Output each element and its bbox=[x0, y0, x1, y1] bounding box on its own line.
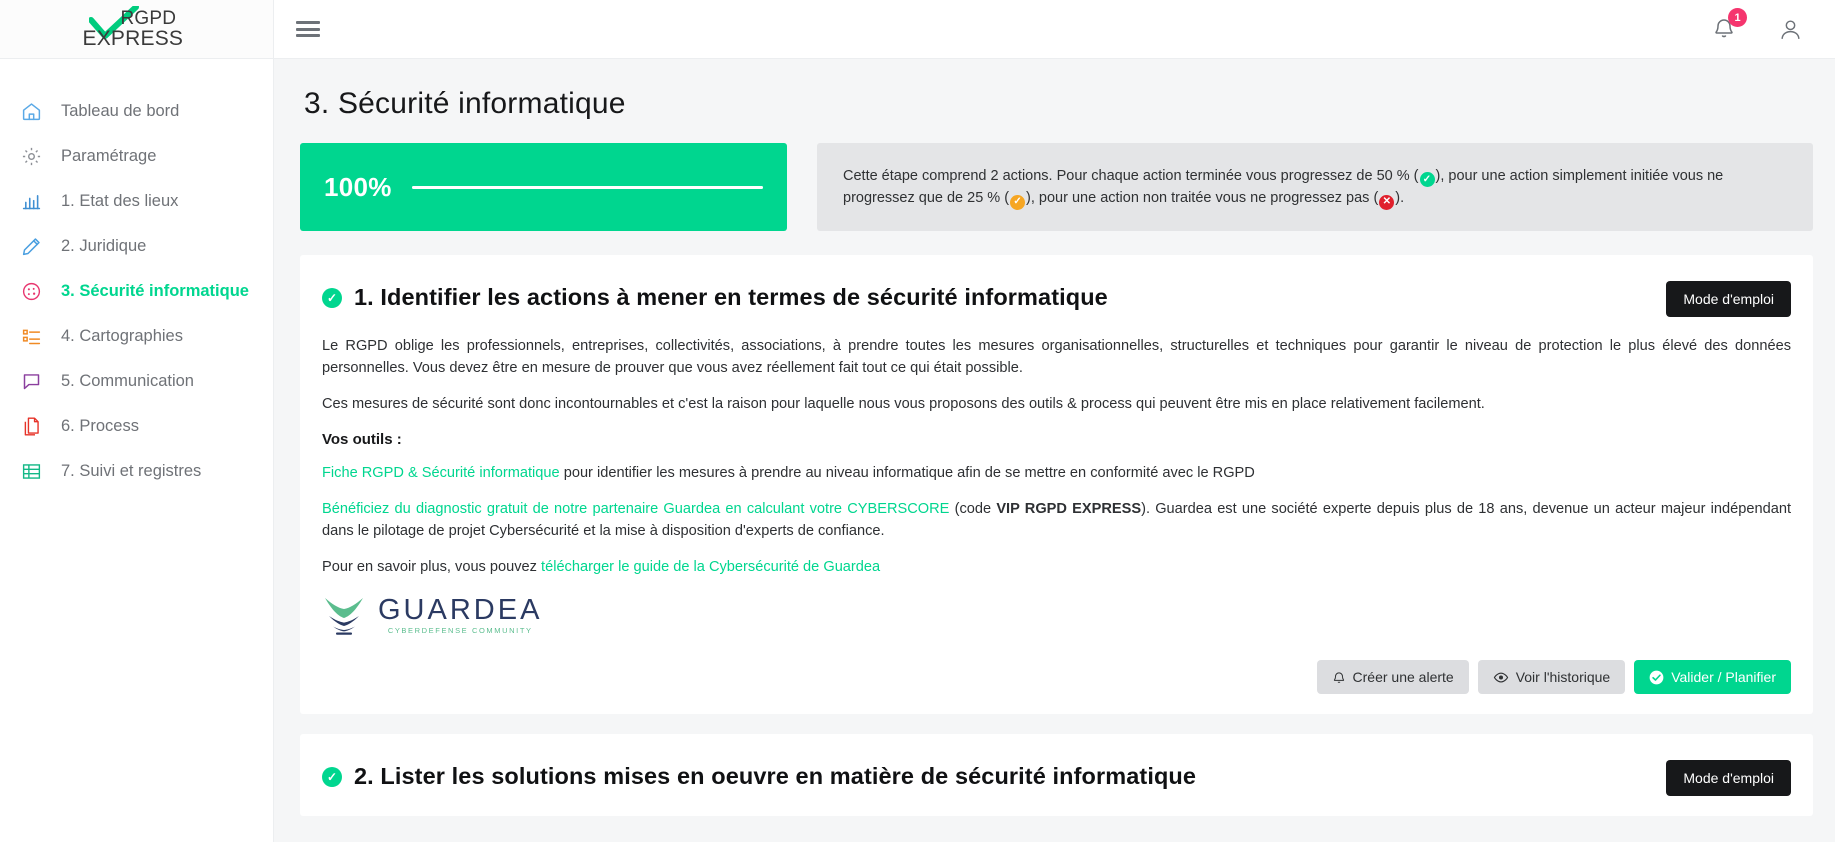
mode-emploi-button-2[interactable]: Mode d'emploi bbox=[1666, 760, 1791, 796]
sidebar-item-label: 6. Process bbox=[61, 417, 139, 435]
list-icon bbox=[21, 326, 47, 348]
bar-chart-icon bbox=[21, 191, 47, 213]
guardea-partner-logo: GUARDEA CYBERDEFENSE COMMUNITY bbox=[322, 592, 1791, 638]
action-card-1-header: ✓ 1. Identifier les actions à mener en t… bbox=[322, 281, 1791, 317]
progress-card: 100% bbox=[300, 143, 787, 231]
link-row-1-trailing-text: pour identifier les mesures à prendre au… bbox=[559, 465, 1255, 481]
bell-icon bbox=[1333, 671, 1344, 683]
sidebar-nav: Tableau de bord Paramétrage 1. Etat des … bbox=[0, 59, 273, 494]
guardea-wordmark: GUARDEA CYBERDEFENSE COMMUNITY bbox=[378, 595, 542, 635]
more-row-prefix: Pour en savoir plus, vous pouvez bbox=[322, 559, 542, 575]
action-card-1: ✓ 1. Identifier les actions à mener en t… bbox=[300, 255, 1813, 714]
pencil-icon bbox=[21, 236, 47, 258]
guide-cybersecurite-link[interactable]: télécharger le guide de la Cybersécurité… bbox=[541, 559, 880, 575]
fiche-rgpd-securite-link[interactable]: Fiche RGPD & Sécurité informatique bbox=[322, 465, 560, 481]
action-card-1-tools-label: Vos outils : bbox=[322, 431, 402, 448]
home-icon bbox=[21, 101, 47, 123]
action-card-1-more-row: Pour en savoir plus, vous pouvez télécha… bbox=[322, 556, 1791, 578]
info-text-part-4: ). bbox=[1395, 190, 1405, 206]
progress-bar-track bbox=[411, 185, 763, 189]
info-text-part-1: Cette étape comprend 2 actions. Pour cha… bbox=[843, 167, 1419, 184]
action-card-2: ✓ 2. Lister les solutions mises en oeuvr… bbox=[300, 734, 1813, 816]
guardea-cyberscore-link[interactable]: Bénéficiez du diagnostic gratuit de notr… bbox=[322, 501, 949, 517]
sidebar-item-label: 5. Communication bbox=[61, 372, 194, 390]
user-icon bbox=[1781, 19, 1800, 39]
info-text-part-3: ), pour une action non traitée vous ne p… bbox=[1026, 190, 1379, 206]
vip-code-text: VIP RGPD EXPRESS bbox=[996, 501, 1142, 517]
eye-icon bbox=[1493, 672, 1508, 682]
valider-planifier-button[interactable]: Valider / Planifier bbox=[1634, 660, 1791, 694]
status-warn-icon: ✓ bbox=[1010, 194, 1026, 210]
sidebar-item-cartographies[interactable]: 4. Cartographies bbox=[0, 314, 273, 359]
notification-count-badge: 1 bbox=[1728, 8, 1747, 27]
action-card-1-link-row-1: Fiche RGPD & Sécurité informatique pour … bbox=[322, 462, 1791, 484]
action-card-1-buttons: Créer une alerte Voir l'historique Valid… bbox=[322, 660, 1791, 694]
page-title: 3. Sécurité informatique bbox=[304, 87, 626, 120]
button-label: Voir l'historique bbox=[1515, 669, 1611, 685]
sidebar-item-communication[interactable]: 5. Communication bbox=[0, 359, 273, 404]
sidebar-item-label: 1. Etat des lieux bbox=[61, 192, 179, 210]
info-panel: Cette étape comprend 2 actions. Pour cha… bbox=[817, 143, 1813, 231]
brand-line-1: RGPD bbox=[120, 8, 177, 29]
top-bar: 1 bbox=[274, 0, 1835, 59]
status-ok-icon: ✓ bbox=[1419, 172, 1435, 187]
progress-bar-fill bbox=[411, 185, 763, 189]
action-card-1-paragraph-1: Le RGPD oblige les professionnels, entre… bbox=[322, 338, 1791, 376]
guardea-name: GUARDEA bbox=[378, 594, 543, 626]
main-area: 1 3. Sécurité informatique 100% Cette ét… bbox=[274, 0, 1835, 842]
action-card-1-title: 1. Identifier les actions à mener en ter… bbox=[354, 284, 1108, 310]
sidebar-item-label: 4. Cartographies bbox=[61, 327, 183, 345]
hamburger-menu-icon[interactable] bbox=[296, 19, 322, 39]
guardea-tagline: CYBERDEFENSE COMMUNITY bbox=[387, 626, 533, 635]
sidebar-item-label: Paramétrage bbox=[61, 147, 157, 165]
progress-percent-label: 100% bbox=[324, 171, 392, 202]
link-row-2-mid-text: (code bbox=[949, 501, 997, 517]
action-card-2-header: ✓ 2. Lister les solutions mises en oeuvr… bbox=[322, 760, 1791, 796]
account-button[interactable] bbox=[1778, 17, 1803, 42]
shield-security-icon bbox=[21, 281, 47, 303]
sidebar-item-label: Tableau de bord bbox=[61, 102, 180, 120]
sidebar-item-label: 3. Sécurité informatique bbox=[61, 282, 249, 300]
status-bad-icon: ✕ bbox=[1379, 194, 1395, 210]
app-root: RGPD EXPRESS Tableau de bord Paramétrage bbox=[0, 0, 1835, 842]
creer-une-alerte-button[interactable]: Créer une alerte bbox=[1316, 660, 1469, 694]
info-panel-text: Cette étape comprend 2 actions. Pour cha… bbox=[843, 165, 1787, 210]
button-label: Créer une alerte bbox=[1352, 669, 1454, 685]
check-circle-icon: ✓ bbox=[322, 288, 342, 308]
sidebar-item-process[interactable]: 6. Process bbox=[0, 404, 273, 449]
page-content: 3. Sécurité informatique 100% Cette étap… bbox=[274, 59, 1835, 842]
top-bar-actions: 1 bbox=[1712, 8, 1813, 43]
notifications-button[interactable]: 1 bbox=[1712, 8, 1747, 43]
action-card-2-title: 2. Lister les solutions mises en oeuvre … bbox=[354, 763, 1197, 789]
table-grid-icon bbox=[21, 461, 47, 483]
sidebar-item-parametrage[interactable]: Paramétrage bbox=[0, 134, 273, 179]
sidebar-item-suivi-et-registres[interactable]: 7. Suivi et registres bbox=[0, 449, 273, 494]
check-circle-icon bbox=[1649, 670, 1664, 684]
sidebar-item-label: 7. Suivi et registres bbox=[61, 462, 202, 480]
sidebar-item-label: 2. Juridique bbox=[61, 237, 147, 255]
sidebar-item-securite-informatique[interactable]: 3. Sécurité informatique bbox=[0, 269, 273, 314]
chat-bubble-icon bbox=[21, 371, 47, 393]
voir-historique-button[interactable]: Voir l'historique bbox=[1477, 660, 1626, 694]
brand-logo[interactable]: RGPD EXPRESS bbox=[0, 0, 273, 59]
action-card-1-paragraph-2: Ces mesures de sécurité sont donc incont… bbox=[322, 396, 1485, 412]
brand-line-2: EXPRESS bbox=[82, 27, 184, 50]
action-card-1-link-row-2: Bénéficiez du diagnostic gratuit de notr… bbox=[322, 498, 1791, 542]
button-label: Valider / Planifier bbox=[1671, 669, 1776, 685]
progress-and-info-row: 100% Cette étape comprend 2 actions. Pou… bbox=[300, 143, 1813, 231]
documents-icon bbox=[21, 416, 47, 438]
gear-icon bbox=[21, 146, 47, 168]
sidebar-item-etat-des-lieux[interactable]: 1. Etat des lieux bbox=[0, 179, 273, 224]
mode-emploi-button-1[interactable]: Mode d'emploi bbox=[1666, 281, 1791, 317]
sidebar-item-tableau-de-bord[interactable]: Tableau de bord bbox=[0, 89, 273, 134]
guardea-chevron-mark-icon bbox=[325, 598, 363, 635]
sidebar: RGPD EXPRESS Tableau de bord Paramétrage bbox=[0, 0, 274, 842]
check-circle-icon: ✓ bbox=[322, 767, 342, 787]
sidebar-item-juridique[interactable]: 2. Juridique bbox=[0, 224, 273, 269]
